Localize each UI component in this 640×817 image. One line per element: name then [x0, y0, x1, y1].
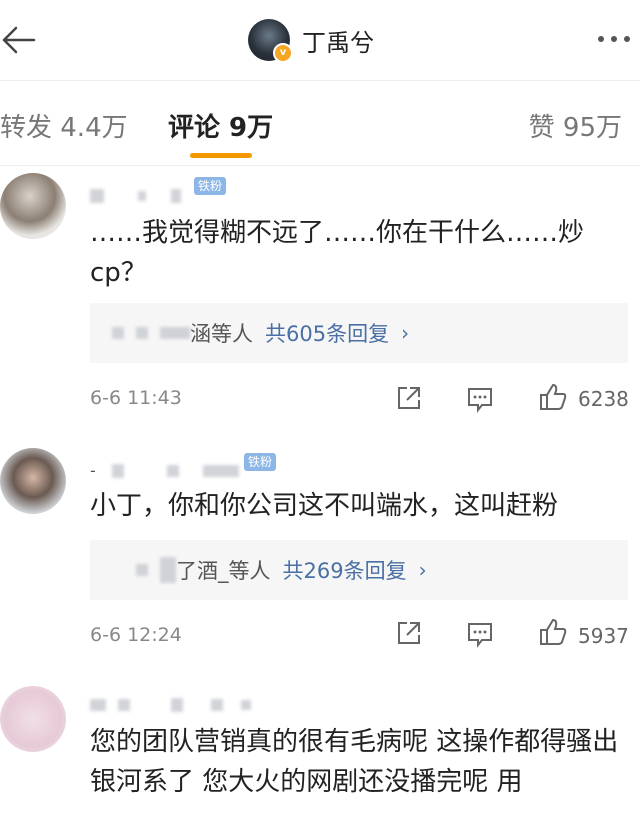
profile-name[interactable]: 丁禹兮 [302, 23, 374, 58]
comment-icon[interactable] [466, 620, 494, 652]
chevron-right-icon: › [401, 321, 410, 345]
reply-count: 共605条回复 [265, 322, 390, 346]
active-tab-indicator [190, 153, 252, 158]
fan-badge: 铁粉 [194, 177, 227, 195]
reply-users-obscured [136, 557, 176, 583]
reply-users-obscured [112, 327, 190, 339]
comment-text: 小丁，你和你公司这不叫端水，这叫赶粉 [90, 491, 559, 521]
tab-likes[interactable]: 赞 95万 [529, 107, 622, 144]
username-obscured[interactable] [90, 185, 182, 206]
avatar[interactable] [0, 686, 66, 752]
comment-text: 您的团队营销真的很有毛病呢 这操作都得骚出银河系了 您大火的网剧还没播完呢 用 [90, 727, 619, 797]
avatar[interactable] [0, 173, 66, 239]
more-dots-icon[interactable] [598, 36, 630, 42]
username-obscured[interactable] [90, 694, 251, 715]
tab-bar: 转发 4.4万 评论 9万 赞 95万 [0, 80, 640, 166]
like-count: 6238 [578, 387, 629, 411]
avatar[interactable]: v [248, 19, 293, 63]
tab-comments[interactable]: 评论 9万 [168, 107, 273, 144]
fan-badge: 铁粉 [244, 453, 277, 471]
comment-text: ……我觉得糊不远了……你在干什么……炒cp？ [90, 218, 585, 288]
profile-header[interactable]: v 丁禹兮 [248, 18, 374, 63]
back-arrow-icon[interactable] [0, 20, 42, 60]
share-icon[interactable] [396, 620, 422, 650]
comment-icon[interactable] [466, 385, 494, 417]
username-obscured[interactable]: - [90, 460, 239, 481]
verified-badge-icon: v [273, 43, 293, 63]
tab-forward[interactable]: 转发 4.4万 [0, 107, 128, 144]
comment-item: 您的团队营销真的很有毛病呢 这操作都得骚出银河系了 您大火的网剧还没播完呢 用 [0, 680, 640, 817]
chevron-right-icon: › [418, 558, 427, 582]
like-count: 5937 [578, 624, 629, 648]
thumbs-up-icon[interactable] [538, 382, 568, 416]
comment-time: 6-6 12:24 [90, 624, 182, 646]
reply-users: 涵等人 [190, 322, 253, 346]
thumbs-up-icon[interactable] [538, 617, 568, 651]
reply-count: 共269条回复 [282, 559, 407, 583]
replies-summary[interactable]: 涵等人 共605条回复 › [90, 303, 628, 363]
reply-users: 了酒_等人 [176, 559, 271, 583]
comment-item: 铁粉 ……我觉得糊不远了……你在干什么……炒cp？ 涵等人 共605条回复 › … [0, 165, 640, 425]
avatar[interactable] [0, 448, 66, 514]
share-icon[interactable] [396, 385, 422, 415]
comment-item: - 铁粉 小丁，你和你公司这不叫端水，这叫赶粉 了酒_等人 共269条回复 › … [0, 440, 640, 670]
top-bar: v 丁禹兮 [0, 0, 640, 80]
replies-summary[interactable]: 了酒_等人 共269条回复 › [90, 540, 628, 600]
comment-time: 6-6 11:43 [90, 387, 182, 409]
